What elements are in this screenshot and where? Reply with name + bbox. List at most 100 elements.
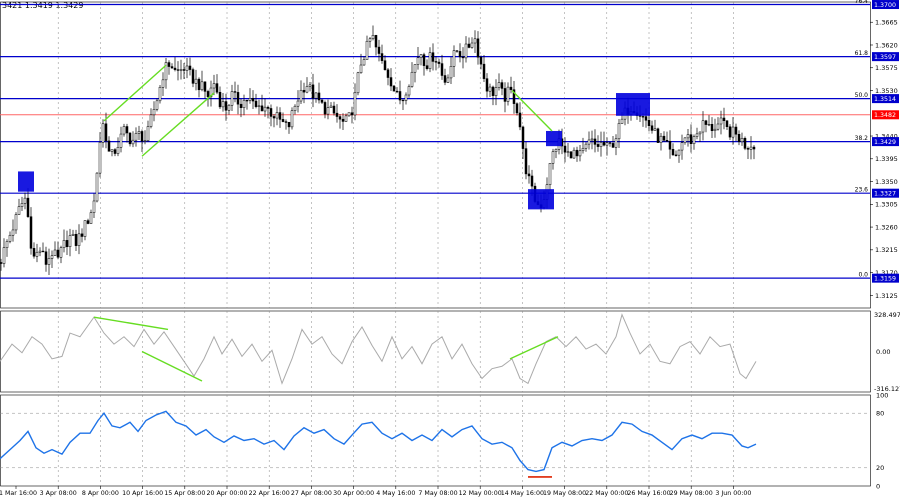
candle	[725, 120, 729, 130]
candle	[707, 115, 711, 127]
candle-body	[359, 64, 363, 74]
forex-chart[interactable]: 31 Mar 16:003 Apr 08:00 8 Apr 00:0010 Apr…	[0, 0, 900, 500]
candle	[524, 141, 528, 180]
candle-body	[38, 250, 42, 253]
candle	[50, 250, 54, 269]
candle-body	[719, 117, 723, 125]
candle-body	[353, 92, 357, 116]
candle-body	[5, 241, 9, 248]
candle	[371, 25, 375, 41]
candle-body	[50, 255, 54, 259]
candle	[470, 37, 474, 49]
x-tick-label: 22 Apr 16:00	[249, 490, 290, 497]
candle	[74, 229, 78, 251]
candle-body	[689, 134, 693, 144]
x-tick-label: 3 Jun 00:00	[715, 490, 751, 497]
candle	[320, 99, 324, 105]
rsi-panel-frame	[0, 394, 871, 487]
candle-body	[365, 40, 369, 60]
candle-body	[440, 63, 444, 76]
candle	[209, 80, 213, 107]
candle	[254, 93, 258, 109]
candle-body	[197, 78, 201, 91]
candle-body	[308, 84, 312, 87]
candle	[437, 58, 441, 68]
candle-body	[116, 147, 120, 154]
candle	[734, 123, 738, 142]
candle	[650, 120, 654, 134]
candle	[584, 141, 588, 152]
candle-body	[221, 101, 225, 108]
candle-body	[647, 120, 651, 126]
candle-body	[527, 173, 531, 177]
candle	[17, 198, 21, 216]
candle-body	[665, 140, 669, 142]
candle-body	[467, 43, 471, 48]
candle-body	[443, 75, 447, 83]
y-tick-label: 1.3620	[875, 41, 898, 49]
candle-body	[134, 133, 138, 141]
candle-body	[695, 133, 699, 137]
candle	[326, 99, 330, 120]
candle	[110, 149, 114, 157]
candle-body	[293, 105, 297, 111]
candle	[656, 127, 660, 143]
candle-body	[692, 136, 696, 144]
candle	[413, 64, 417, 83]
price-tag-label: 1.3482	[874, 112, 896, 119]
candle	[713, 118, 717, 138]
candle	[11, 219, 15, 242]
cci-trend-line	[141, 350, 203, 382]
candle	[284, 119, 288, 130]
candle-body	[47, 258, 51, 265]
price-tag-label: 1.3700	[874, 2, 896, 9]
candle	[59, 245, 63, 264]
rsi-line	[0, 410, 757, 473]
candle-body	[476, 38, 480, 58]
candle	[287, 121, 291, 134]
candle-body	[737, 134, 741, 142]
candle-body	[491, 86, 495, 96]
candle	[665, 131, 669, 143]
candle-body	[140, 131, 144, 142]
candle-body	[80, 233, 84, 237]
candle	[515, 102, 519, 116]
candle-body	[575, 149, 579, 157]
fib-level-label: 76.4	[855, 0, 869, 5]
candle	[365, 35, 369, 60]
candle	[578, 144, 582, 162]
candle-body	[674, 154, 678, 156]
level-zone-box	[18, 171, 34, 192]
candle	[173, 57, 177, 72]
candle	[5, 239, 9, 257]
x-tick-label: 3 Apr 08:00	[40, 490, 77, 497]
candle	[176, 61, 180, 81]
candle-body	[524, 148, 528, 175]
candle-body	[107, 140, 111, 152]
candle	[698, 131, 702, 142]
candle-body	[407, 86, 411, 96]
candle-body	[137, 131, 141, 134]
candle-body	[0, 262, 3, 264]
candle	[83, 220, 87, 241]
candle	[116, 137, 120, 157]
candle	[575, 146, 579, 162]
candle	[587, 131, 591, 150]
candle	[458, 43, 462, 63]
candle	[77, 224, 81, 255]
candle-body	[410, 71, 414, 87]
candle-body	[146, 126, 150, 141]
y-tick-label: 1.3260	[875, 223, 898, 231]
candle-body	[161, 79, 165, 88]
candle-body	[668, 141, 672, 150]
candle-body	[236, 92, 240, 105]
candle-body	[446, 77, 450, 83]
candle	[737, 130, 741, 146]
candle-body	[419, 54, 423, 59]
candle	[512, 81, 516, 114]
candle	[275, 106, 279, 126]
candle	[248, 88, 252, 104]
candle-body	[599, 142, 603, 147]
candle-body	[485, 78, 489, 92]
candle-body	[299, 89, 303, 102]
